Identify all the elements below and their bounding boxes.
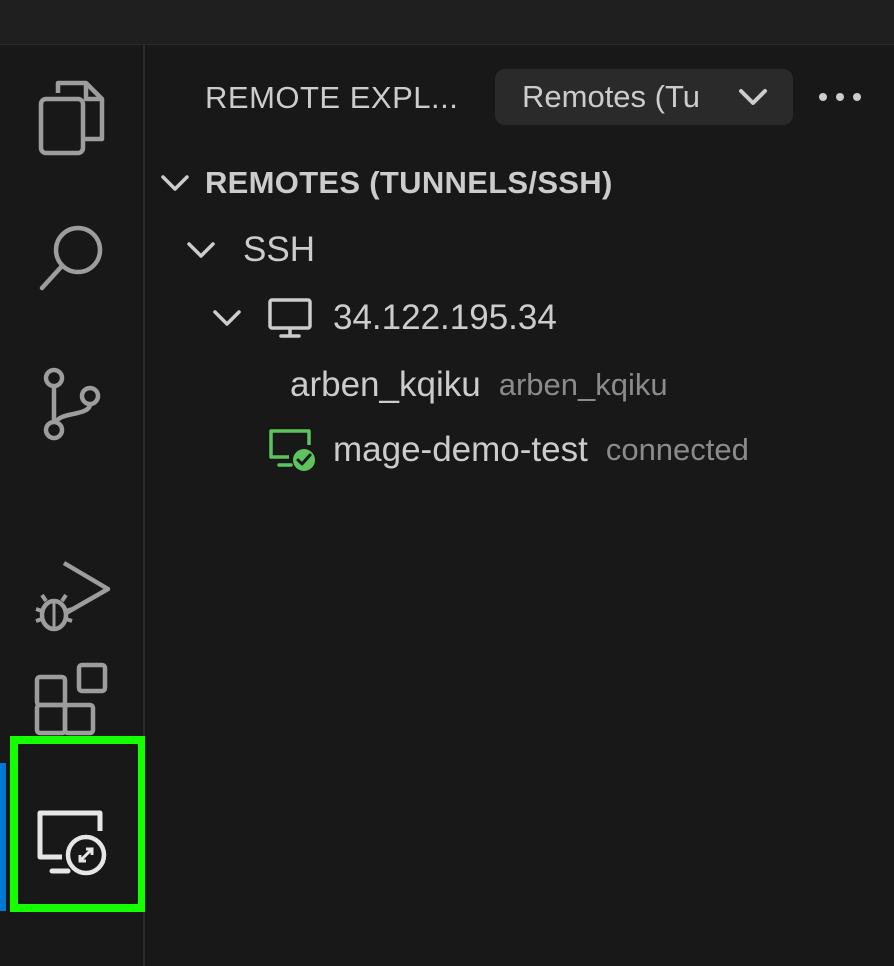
connected-label: mage-demo-test — [333, 430, 588, 469]
source-control-icon — [43, 367, 100, 441]
tree-item-host[interactable]: 34.122.195.34 — [211, 293, 557, 343]
active-view-indicator — [0, 763, 6, 911]
activity-search[interactable] — [0, 188, 143, 328]
tree-item-user[interactable]: arben_kqiku arben_kqiku — [290, 360, 668, 410]
connected-monitor-icon — [269, 429, 315, 471]
ssh-label: SSH — [243, 230, 315, 269]
chevron-down-icon — [739, 89, 767, 105]
view-select-value: Remotes (Tu — [522, 79, 701, 114]
chevron-down-icon — [161, 175, 189, 191]
run-debug-icon — [34, 561, 110, 632]
chevron-down-icon — [213, 310, 241, 326]
extensions-icon — [34, 662, 107, 736]
user-label: arben_kqiku — [290, 365, 481, 404]
highlight-annotation-box — [10, 736, 146, 912]
host-label: 34.122.195.34 — [333, 298, 557, 337]
section-remotes-header[interactable]: REMOTES (TUNNELS/SSH) — [159, 159, 613, 207]
activity-source-control[interactable] — [0, 335, 143, 475]
activity-explorer[interactable] — [0, 48, 143, 188]
remotes-view-select[interactable]: Remotes (Tu — [495, 69, 793, 125]
section-title: REMOTES (TUNNELS/SSH) — [205, 165, 613, 200]
title-bar — [0, 0, 894, 45]
files-icon — [38, 80, 104, 156]
chevron-down-icon — [187, 242, 215, 258]
remote-explorer-sidebar: REMOTE EXPL... Remotes (Tu REMOTES (TUNN… — [145, 45, 894, 966]
sidebar-title: REMOTE EXPL... — [205, 80, 459, 115]
ellipsis-icon[interactable] — [817, 83, 863, 111]
monitor-icon — [268, 298, 312, 338]
tree-item-ssh[interactable]: SSH — [185, 225, 315, 275]
tree-item-connected[interactable]: mage-demo-test connected — [267, 425, 749, 475]
search-icon — [39, 225, 102, 291]
sidebar-header: REMOTE EXPL... — [205, 69, 458, 127]
connected-status: connected — [605, 432, 749, 467]
user-description: arben_kqiku — [498, 367, 668, 402]
